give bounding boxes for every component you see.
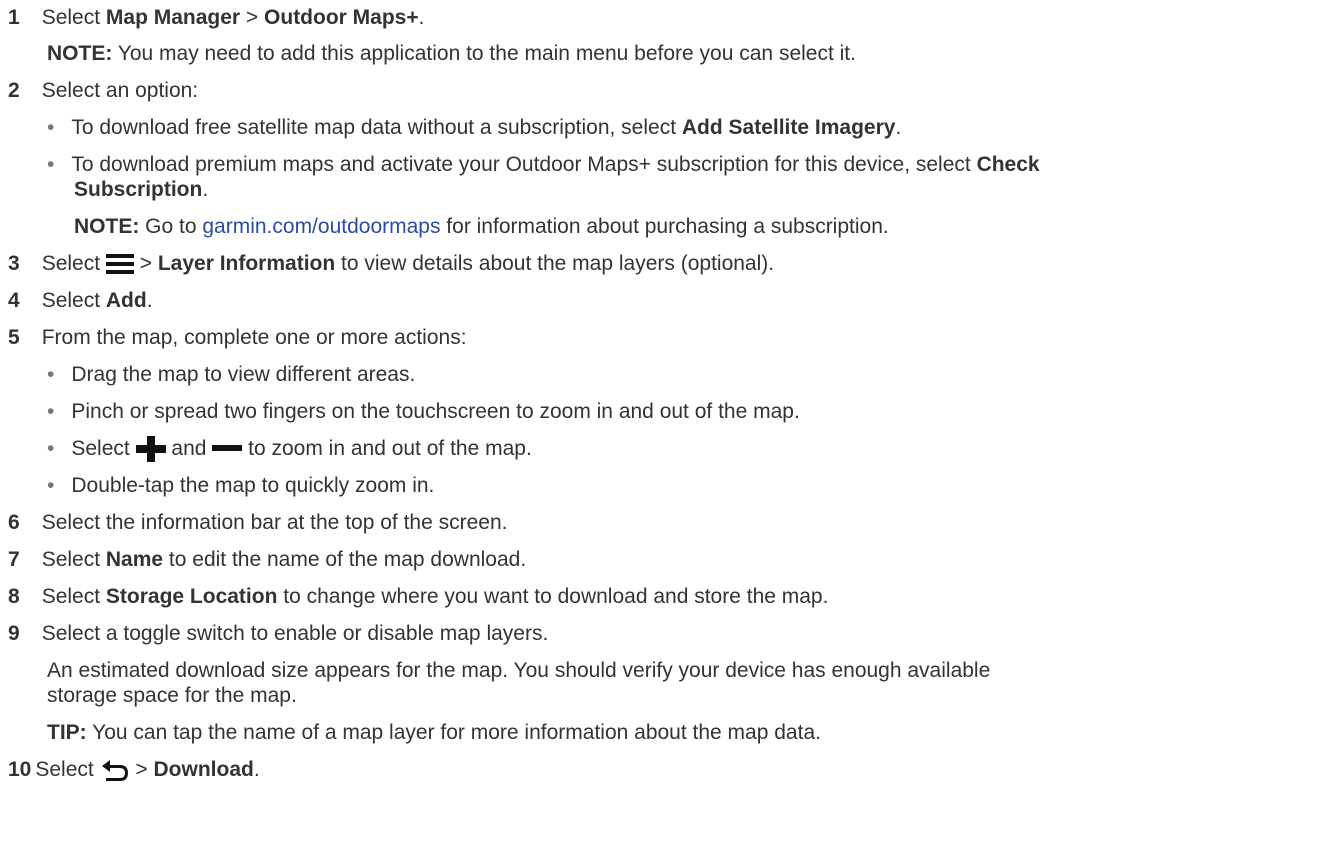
back-icon (100, 758, 130, 782)
step-1: 1 Select Map Manager > Outdoor Maps+. (8, 6, 425, 29)
step-8: 8 Select Storage Location to change where… (8, 585, 829, 608)
instructions-document: 1 Select Map Manager > Outdoor Maps+. NOT… (0, 0, 1322, 859)
step-5: 5 From the map, complete one or more acti… (8, 326, 467, 349)
bullet-double-tap: • Double-tap the map to quickly zoom in. (47, 474, 435, 497)
bullet-satellite: • To download free satellite map data wit… (47, 116, 902, 139)
tip-step-9: TIP: You can tap the name of a map layer… (47, 721, 821, 744)
bullet-pinch: • Pinch or spread two fingers on the touc… (47, 400, 800, 423)
step-9-info-cont: storage space for the map. (47, 684, 297, 707)
step-4: 4 Select Add. (8, 289, 153, 312)
step-9: 9 Select a toggle switch to enable or dis… (8, 622, 549, 645)
step-2: 2 Select an option: (8, 79, 199, 102)
menu-icon (105, 253, 134, 275)
bullet-drag: • Drag the map to view different areas. (47, 363, 416, 386)
bullet-premium-cont: Subscription. (74, 178, 209, 201)
step-3: 3 Select > Layer Information to view deta… (8, 252, 775, 275)
outdoormaps-link[interactable]: garmin.com/outdoormaps (202, 215, 440, 238)
bullet-zoom-icons: • Select and to zoom in and out of the ma… (47, 436, 532, 463)
minus-icon (212, 436, 243, 462)
bullet-premium: • To download premium maps and activate y… (47, 153, 1040, 176)
note-subscription: NOTE: Go to garmin.com/outdoormaps for i… (74, 215, 889, 238)
note-step-1: NOTE: You may need to add this applicati… (47, 42, 856, 65)
step-9-info: An estimated download size appears for t… (47, 659, 991, 682)
plus-icon (135, 436, 166, 463)
step-7: 7 Select Name to edit the name of the map… (8, 548, 527, 571)
step-10: 10 Select > Download. (8, 758, 260, 782)
step-6: 6 Select the information bar at the top o… (8, 511, 508, 534)
